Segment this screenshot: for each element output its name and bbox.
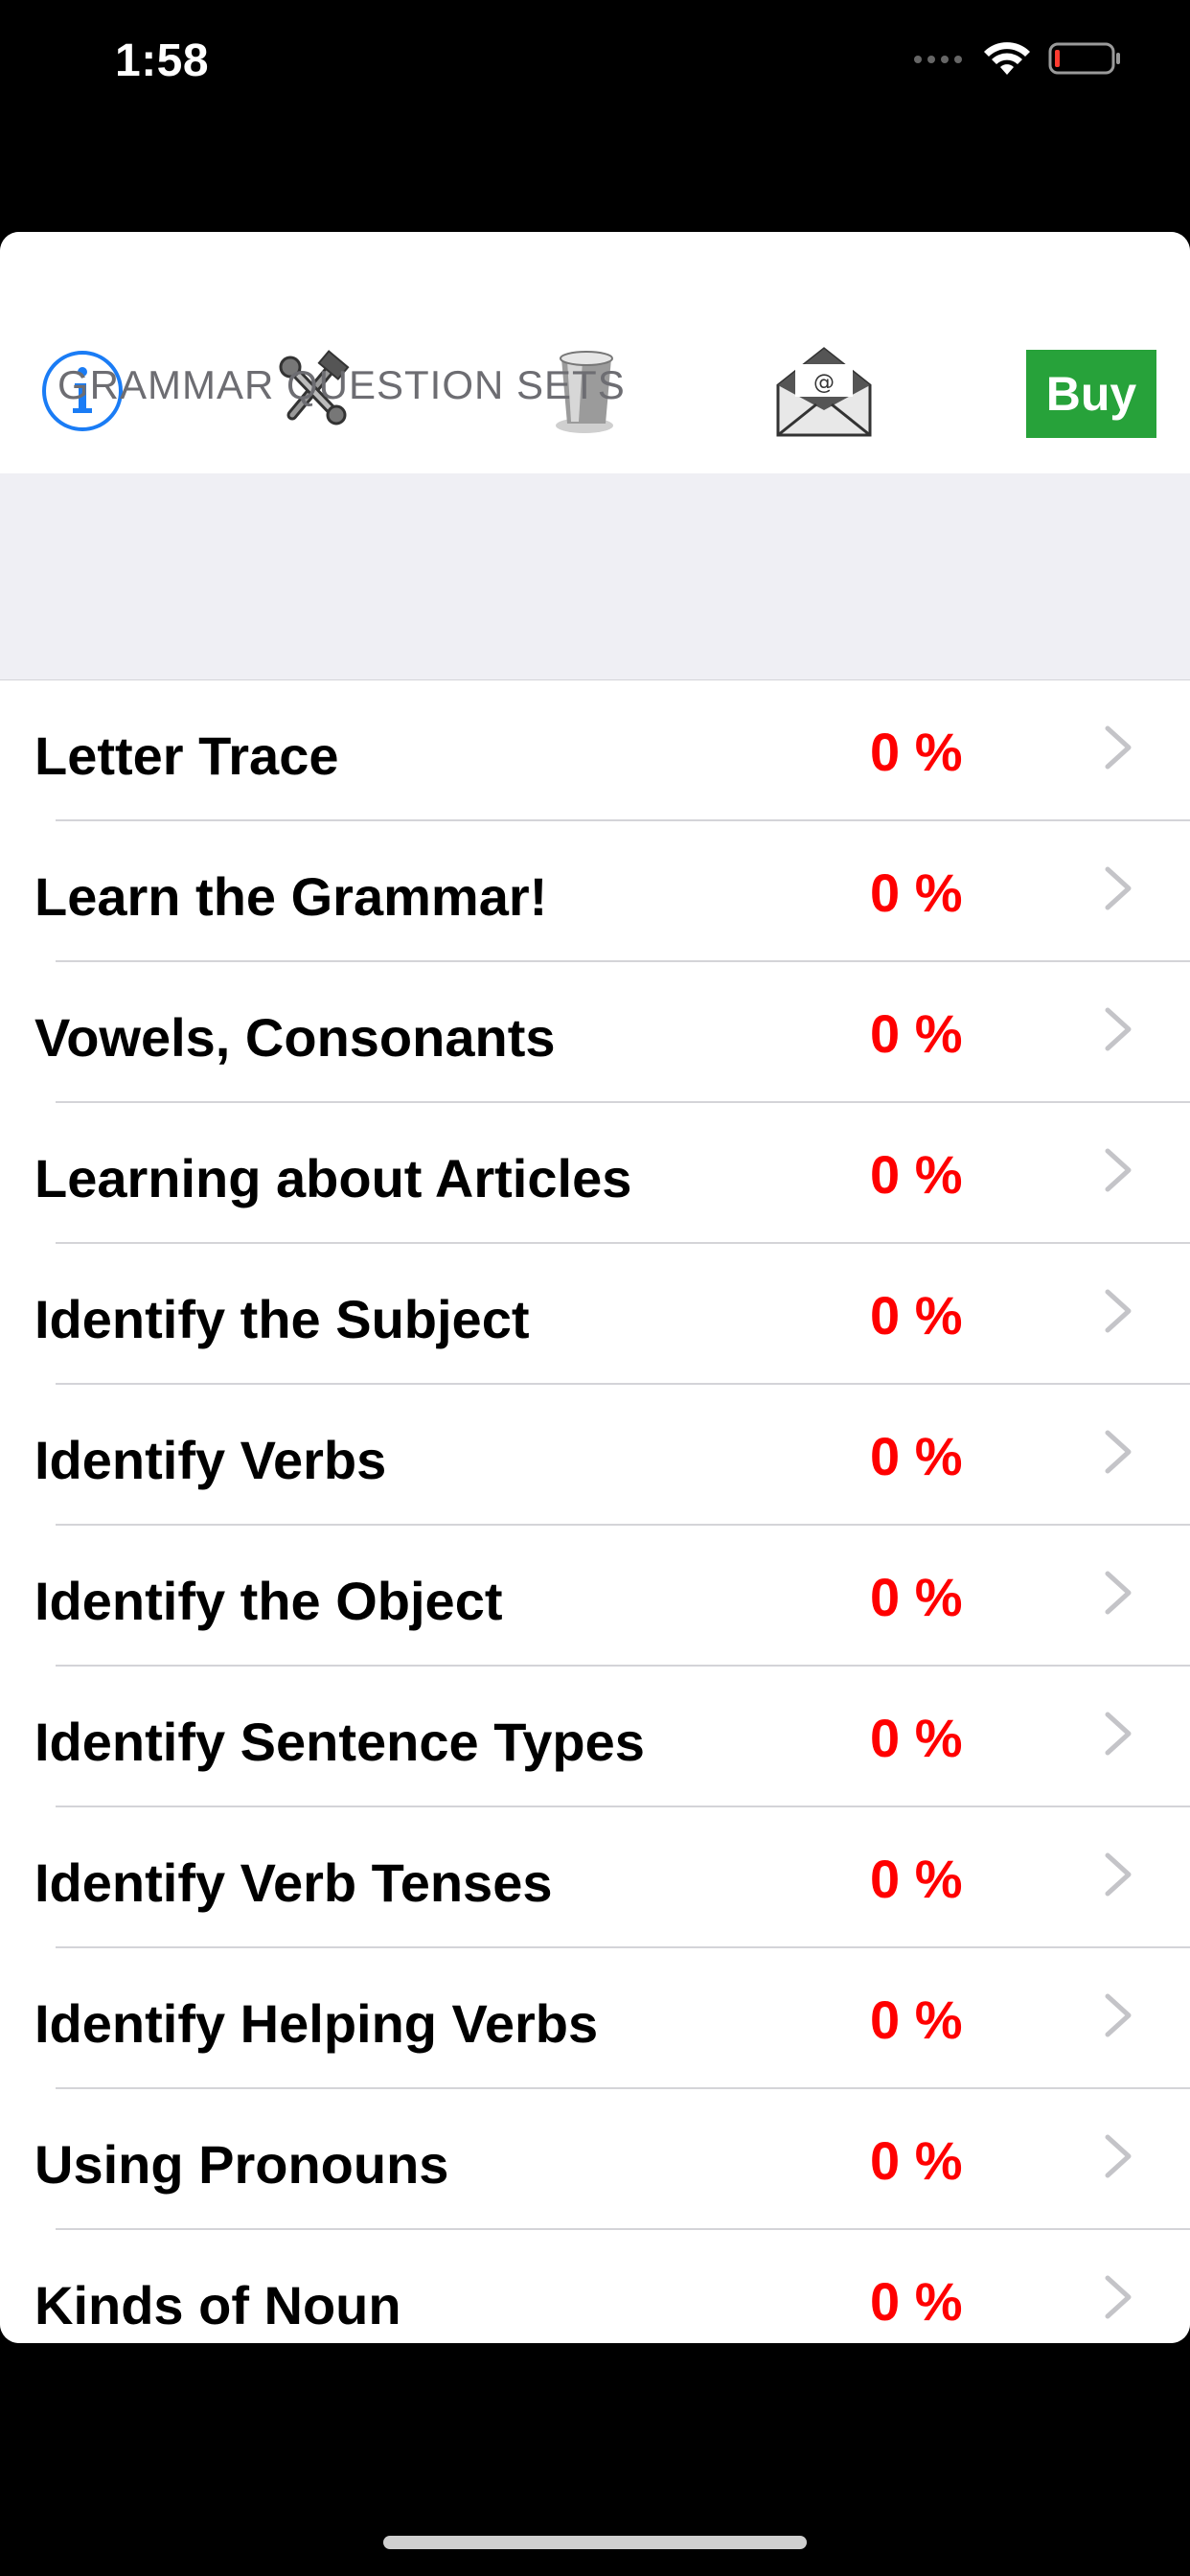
chevron-right-icon [1105,1852,1132,1897]
question-set-label: Identify Verb Tenses [34,1852,553,1913]
chevron-right-icon [1105,1007,1132,1051]
list-item[interactable]: Identify Verbs 0 % [0,1385,1190,1526]
list-item[interactable]: Identify Helping Verbs 0 % [0,1948,1190,2089]
chevron-right-icon [1105,1571,1132,1615]
progress-percent: 0 % [870,2130,963,2191]
wifi-icon [984,42,1030,75]
list-item[interactable]: Identify the Object 0 % [0,1526,1190,1667]
section-header [0,473,1190,680]
list-item[interactable]: Kinds of Noun 0 % [0,2230,1190,2343]
chevron-right-icon [1105,2134,1132,2178]
svg-text:@: @ [813,371,835,395]
email-button[interactable]: @ [774,345,874,437]
main-sheet: @ Buy Letter Trace 0 % Learn the Grammar! 0… [0,232,1190,2343]
list-item[interactable]: Using Pronouns 0 % [0,2089,1190,2230]
progress-percent: 0 % [870,1003,963,1064]
question-set-label: Vowels, Consonants [34,1007,556,1068]
section-title: GRAMMAR QUESTION SETS [57,362,626,407]
progress-percent: 0 % [870,1849,963,1909]
progress-percent: 0 % [870,2271,963,2332]
progress-percent: 0 % [870,1567,963,1627]
list-item[interactable]: Identify the Subject 0 % [0,1244,1190,1385]
chevron-right-icon [1105,725,1132,770]
status-icons [912,40,1123,77]
question-set-label: Identify Sentence Types [34,1712,645,1772]
question-set-label: Learning about Articles [34,1148,632,1208]
chevron-right-icon [1105,1993,1132,2037]
list-item[interactable]: Learning about Articles 0 % [0,1103,1190,1244]
question-set-label: Identify Helping Verbs [34,1993,599,2054]
toolbar: @ Buy [0,232,1190,473]
progress-percent: 0 % [870,1990,963,2050]
chevron-right-icon [1105,1148,1132,1192]
list-item[interactable]: Learn the Grammar! 0 % [0,821,1190,962]
cellular-signal-icon [914,56,962,63]
battery-icon [1048,42,1120,75]
status-bar: 1:58 [0,0,1190,134]
home-indicator [383,2536,807,2549]
chevron-right-icon [1105,866,1132,910]
list-item[interactable]: Vowels, Consonants 0 % [0,962,1190,1103]
progress-percent: 0 % [870,1426,963,1486]
question-set-label: Using Pronouns [34,2134,449,2195]
chevron-right-icon [1105,1712,1132,1756]
list-item[interactable]: Letter Trace 0 % [0,680,1190,821]
status-time: 1:58 [115,35,210,86]
question-set-list: Letter Trace 0 % Learn the Grammar! 0 % Vowe… [0,680,1190,2343]
question-set-label: Letter Trace [34,725,339,786]
progress-percent: 0 % [870,1708,963,1768]
list-item[interactable]: Identify Sentence Types 0 % [0,1667,1190,1807]
progress-percent: 0 % [870,722,963,782]
chevron-right-icon [1105,1289,1132,1333]
buy-button[interactable]: Buy [1026,350,1156,438]
question-set-label: Identify the Object [34,1571,503,1631]
question-set-label: Identify the Subject [34,1289,530,1349]
email-envelope-icon: @ [776,347,872,437]
chevron-right-icon [1105,2275,1132,2319]
progress-percent: 0 % [870,1144,963,1205]
question-set-label: Learn the Grammar! [34,866,548,927]
question-set-label: Identify Verbs [34,1430,387,1490]
progress-percent: 0 % [870,862,963,923]
list-item[interactable]: Identify Verb Tenses 0 % [0,1807,1190,1948]
chevron-right-icon [1105,1430,1132,1474]
progress-percent: 0 % [870,1285,963,1346]
question-set-label: Kinds of Noun [34,2275,401,2335]
